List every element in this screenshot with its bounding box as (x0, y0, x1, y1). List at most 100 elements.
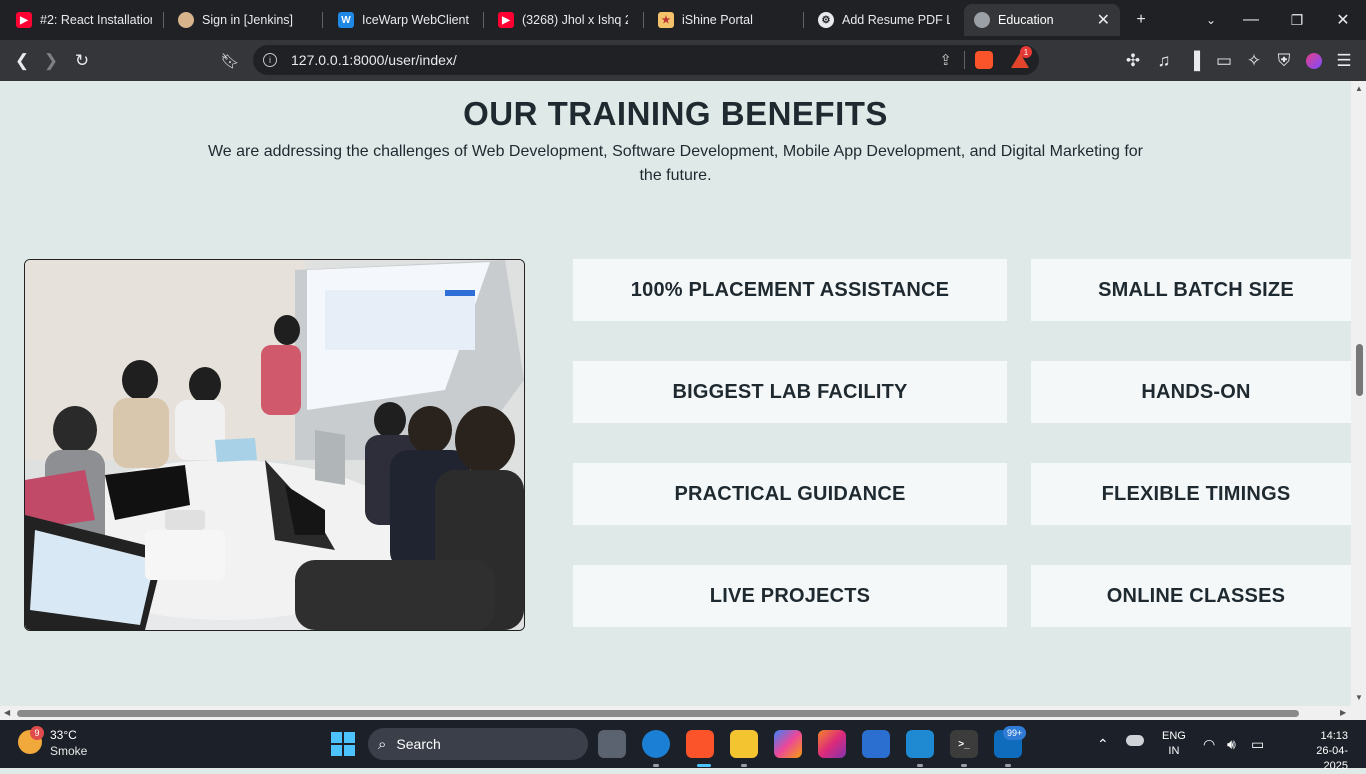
clock-date: 26-04-2025 (1316, 745, 1348, 772)
system-clock[interactable]: 14:13 26-04-2025 (1300, 729, 1348, 774)
onedrive-icon[interactable] (1126, 735, 1144, 746)
tab-title: Education (998, 13, 1054, 27)
benefit-card-online-classes: ONLINE CLASSES (1031, 565, 1351, 627)
leo-ai-icon[interactable]: ✧ (1241, 48, 1267, 74)
weather-desc[interactable]: Smoke (50, 744, 87, 758)
tab-6-active[interactable]: Education ✕ (964, 4, 1120, 36)
vpn-icon[interactable]: ⛨ (1271, 48, 1297, 74)
address-bar[interactable]: i 127.0.0.1:8000/user/index/ ⇪ 1 (253, 45, 1039, 75)
benefit-card-flexible-timings: FLEXIBLE TIMINGS (1031, 463, 1351, 525)
active-app-indicator (697, 764, 711, 767)
weather-badge: 9 (30, 726, 44, 740)
weather-temp[interactable]: 33°C (50, 728, 77, 742)
tab-1[interactable]: Sign in [Jenkins] (168, 4, 318, 36)
menu-icon[interactable]: ☰ (1331, 48, 1357, 74)
new-tab-button[interactable]: + (1129, 8, 1153, 32)
tab-title: Sign in [Jenkins] (202, 13, 294, 27)
app-indicator (961, 764, 967, 767)
brave-icon[interactable] (686, 730, 714, 758)
tab-title: (3268) Jhol x Ishq 2.0 (522, 13, 628, 27)
chevron-up-icon[interactable]: ⌃ (1097, 736, 1109, 753)
vscode-icon[interactable] (906, 730, 934, 758)
url-text[interactable]: 127.0.0.1:8000/user/index/ (291, 52, 457, 68)
scroll-left-icon[interactable]: ◀ (4, 708, 10, 717)
globe-icon (974, 12, 990, 28)
close-window-button[interactable]: ✕ (1331, 8, 1355, 32)
benefit-card-small-batch: SMALL BATCH SIZE (1031, 259, 1351, 321)
tab-2[interactable]: W IceWarp WebClient (328, 4, 480, 36)
language-indicator[interactable]: ENG IN (1162, 729, 1186, 759)
file-explorer-icon[interactable] (730, 730, 758, 758)
media-icon[interactable]: ♫ (1151, 48, 1177, 74)
bookmark-icon[interactable]: 🔖︎ (217, 48, 243, 74)
benefit-card-placement: 100% PLACEMENT ASSISTANCE (573, 259, 1007, 321)
section-subtext: We are addressing the challenges of Web … (207, 143, 1144, 184)
lang-region: IN (1168, 745, 1180, 757)
vertical-scroll-thumb[interactable] (1356, 344, 1363, 396)
benefit-card-hands-on: HANDS-ON (1031, 361, 1351, 423)
taskbar-search[interactable]: ⌕ Search (368, 728, 588, 760)
maximize-button[interactable]: ❐ (1285, 8, 1309, 32)
forward-button[interactable]: ❯ (38, 48, 64, 74)
outlook-badge: 99+ (1003, 726, 1027, 740)
jenkins-icon (178, 12, 194, 28)
scroll-right-icon[interactable]: ▶ (1340, 708, 1346, 717)
benefit-card-practical-guidance: PRACTICAL GUIDANCE (573, 463, 1007, 525)
tab-title: iShine Portal (682, 13, 753, 27)
scroll-up-icon[interactable]: ▲ (1355, 84, 1363, 93)
app-indicator (1005, 764, 1011, 767)
horizontal-scrollbar[interactable]: ◀ ▶ (0, 706, 1366, 720)
icewarp-icon: W (338, 12, 354, 28)
tab-title: IceWarp WebClient (362, 13, 469, 27)
close-tab-icon[interactable]: ✕ (1097, 10, 1110, 30)
volume-icon[interactable]: 🔊︎ (1227, 736, 1236, 753)
wallet-icon[interactable]: ▭ (1211, 48, 1237, 74)
page-content: OUR TRAINING BENEFITS We are addressing … (0, 81, 1351, 706)
app-indicator (917, 764, 923, 767)
sidebar-icon[interactable]: ▐ (1181, 48, 1207, 74)
task-view-icon[interactable] (598, 730, 626, 758)
site-info-icon[interactable]: i (263, 53, 277, 67)
instagram-icon[interactable] (818, 730, 846, 758)
wifi-icon[interactable]: ◠ (1203, 736, 1215, 753)
back-button[interactable]: ❮ (9, 48, 35, 74)
copilot-icon[interactable] (774, 730, 802, 758)
training-photo (24, 259, 525, 631)
scroll-down-icon[interactable]: ▼ (1355, 693, 1363, 702)
profile-avatar[interactable] (1301, 48, 1327, 74)
tab-0[interactable]: ▶ #2: React Installation (6, 4, 162, 36)
search-label: Search (396, 736, 441, 752)
youtube-icon: ▶ (16, 12, 32, 28)
extensions-icon[interactable]: ✣ (1120, 48, 1146, 74)
tab-5[interactable]: ⚙ Add Resume PDF Lin (808, 4, 960, 36)
brave-rewards-icon[interactable]: 1 (1011, 46, 1032, 69)
horizontal-scroll-thumb[interactable] (17, 710, 1299, 717)
search-icon: ⌕ (378, 735, 387, 753)
microsoft-store-icon[interactable] (862, 730, 890, 758)
tab-title: Add Resume PDF Lin (842, 13, 950, 27)
brave-shields-icon[interactable] (975, 51, 993, 69)
benefit-card-lab-facility: BIGGEST LAB FACILITY (573, 361, 1007, 423)
battery-icon[interactable]: ▭ (1251, 736, 1264, 753)
app-indicator (653, 764, 659, 767)
reload-button[interactable]: ↻ (69, 48, 95, 74)
tab-title: #2: React Installation (40, 13, 152, 27)
benefit-card-live-projects: LIVE PROJECTS (573, 565, 1007, 627)
section-heading: OUR TRAINING BENEFITS (463, 95, 888, 132)
share-icon[interactable]: ⇪ (939, 51, 952, 69)
tab-4[interactable]: ★ iShine Portal (648, 4, 800, 36)
lang-code: ENG (1162, 730, 1186, 742)
terminal-icon[interactable]: >_ (950, 730, 978, 758)
tab-search-chevron-icon[interactable]: ⌄ (1199, 8, 1223, 32)
openai-icon: ⚙ (818, 12, 834, 28)
star-icon: ★ (658, 12, 674, 28)
rewards-badge: 1 (1020, 46, 1032, 58)
minimize-button[interactable]: — (1239, 8, 1263, 32)
tab-3[interactable]: ▶ (3268) Jhol x Ishq 2.0 (488, 4, 638, 36)
start-button[interactable] (331, 732, 355, 756)
youtube-icon: ▶ (498, 12, 514, 28)
windows-taskbar: 9 33°C Smoke ⌕ Search >_ 99+ ⌃ ENG IN ◠ … (0, 720, 1366, 772)
edge-icon[interactable] (642, 730, 670, 758)
app-indicator (741, 764, 747, 767)
vertical-scrollbar[interactable]: ▲ ▼ (1351, 81, 1366, 706)
